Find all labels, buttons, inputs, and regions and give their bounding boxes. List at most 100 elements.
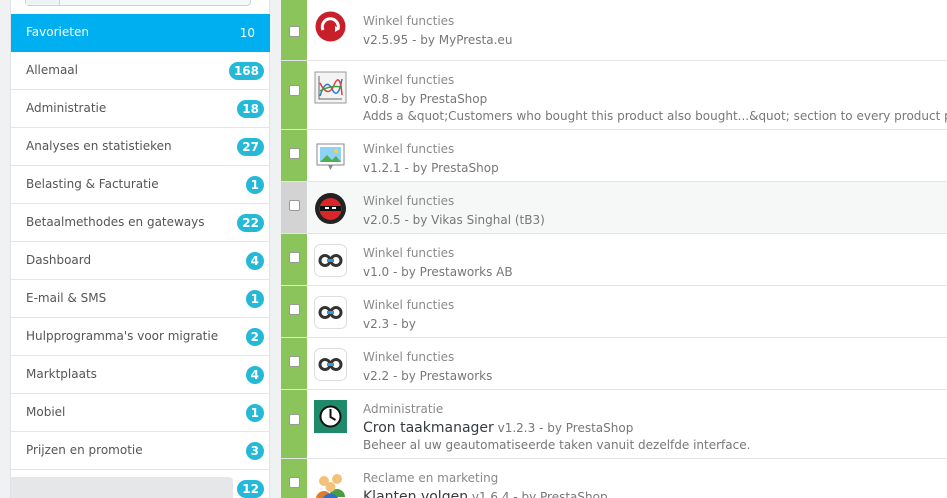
category-item[interactable]: Hulpprogramma's voor migratie 2 [11,318,270,356]
module-status-bar [281,390,307,458]
module-meta: Cron taakmanager v1.2.3 - by PrestaShop [363,419,943,437]
module-row[interactable]: Administratie Cron taakmanager v1.2.3 - b… [281,390,947,459]
category-search-input[interactable] [25,0,251,6]
category-count-badge: 3 [245,442,264,460]
category-item[interactable]: Analyses en statistieken 27 [11,128,270,166]
module-select-checkbox[interactable] [289,85,300,96]
category-item[interactable]: Marktplaats 4 [11,356,270,394]
module-row[interactable]: Winkel functies v2.0.5 - by Vikas Singhal… [281,182,947,234]
module-list: Winkel functies v2.5.95 - by MyPresta.eu W… [281,0,947,498]
module-author: - by Prestaworks AB [389,265,513,279]
horizontal-scrollbar[interactable] [11,477,233,498]
module-info: Winkel functies v0.8 - by PrestaShop Adds … [363,72,947,125]
category-count-badge: 1 [245,176,264,194]
module-row[interactable]: Winkel functies v1.2.1 - by PrestaShop [281,130,947,182]
category-count-badge: 22 [237,214,264,232]
ninja-logo-icon [314,192,347,225]
clock-icon [314,400,347,433]
category-count-badge: 168 [228,62,264,80]
module-meta: v1.2.1 - by PrestaShop [363,159,943,177]
category-label: Prijzen en promotie [26,443,143,457]
module-author: - by PrestaShop [400,161,499,175]
module-row[interactable]: Winkel functies v0.8 - by PrestaShop Adds … [281,61,947,130]
category-count-badge: 1 [245,404,264,422]
category-label: Administratie [26,101,107,115]
module-info: Winkel functies v1.0 - by Prestaworks AB [363,245,943,281]
module-version: v2.3 [363,317,390,331]
category-list: Favorieten 10 Allemaal 168 Administratie 18 An… [11,14,270,498]
module-status-bar [281,459,307,498]
module-description: Beheer al uw geautomatiseerde taken vanu… [363,438,751,452]
module-status-bar [281,338,307,389]
module-category: Winkel functies [363,246,455,260]
module-row[interactable]: Winkel functies v1.0 - by Prestaworks AB [281,234,947,286]
category-label: Analyses en statistieken [26,139,172,153]
module-category: Administratie [363,402,444,416]
category-label: Allemaal [26,63,78,77]
prestaworks-logo-icon [314,296,347,329]
module-category: Winkel functies [363,142,455,156]
category-item[interactable]: Betaalmethodes en gateways 22 [11,204,270,242]
category-item[interactable]: Administratie 18 [11,90,270,128]
category-item[interactable]: Allemaal 168 [11,52,270,90]
people-icon [314,469,347,498]
module-version: v1.2.3 [493,421,536,435]
category-item[interactable]: Belasting & Facturatie 1 [11,166,270,204]
category-label: Marktplaats [26,367,97,381]
category-label: Hulpprogramma's voor migratie [26,329,219,343]
module-version: v2.5.95 [363,33,409,47]
category-item[interactable]: E-mail & SMS 1 [11,280,270,318]
module-name[interactable]: Klanten volgen [363,489,468,498]
module-version: v1.6.4 [468,490,510,498]
category-count-badge: 18 [237,100,264,118]
module-meta: v2.5.95 - by MyPresta.eu [363,31,943,49]
mypresta-logo-icon [314,10,347,43]
category-item[interactable]: Favorieten 10 [11,14,270,52]
category-label: Belasting & Facturatie [26,177,159,191]
category-item[interactable]: Mobiel 1 [11,394,270,432]
module-info: Reclame en marketing Klanten volgen v1.6.… [363,470,943,498]
category-sidebar: Favorieten 10 Allemaal 168 Administratie 18 An… [10,0,270,498]
prestaworks-logo-icon [314,348,347,381]
module-meta: Klanten volgen v1.6.4 - by PrestaShop [363,488,943,498]
module-select-checkbox[interactable] [289,304,300,315]
module-select-checkbox[interactable] [289,26,300,37]
category-item[interactable]: Prijzen en promotie 3 [11,432,270,470]
module-author: - by PrestaShop [535,421,634,435]
module-select-checkbox[interactable] [289,200,300,211]
module-select-checkbox[interactable] [289,356,300,367]
module-status-bar [281,61,307,129]
category-item[interactable]: Dashboard 4 [11,242,270,280]
module-row[interactable]: Winkel functies v2.3 - by [281,286,947,338]
category-count-badge: 4 [245,366,264,384]
module-status-bar [281,286,307,337]
module-status-bar [281,0,307,60]
module-info: Winkel functies v2.5.95 - by MyPresta.eu [363,13,943,49]
module-select-checkbox[interactable] [289,477,300,488]
module-name[interactable]: Cron taakmanager [363,420,494,436]
module-info: Winkel functies v2.0.5 - by Vikas Singhal… [363,193,943,229]
module-row[interactable]: Winkel functies v2.5.95 - by MyPresta.eu [281,0,947,61]
module-row[interactable]: Winkel functies v2.2 - by Prestaworks [281,338,947,390]
prestaworks-logo-icon [314,244,347,277]
category-count-badge: 4 [245,252,264,270]
module-author: - by PrestaShop [509,490,608,498]
module-select-checkbox[interactable] [289,414,300,425]
category-count-badge: 27 [237,138,264,156]
module-version: v2.0.5 [363,213,401,227]
category-count-badge: 12 [237,480,264,498]
module-author: - by PrestaShop [389,92,488,106]
module-meta: v2.3 - by [363,315,943,333]
module-select-checkbox[interactable] [289,252,300,263]
picture-frame-icon [314,140,347,173]
category-count-badge: 10 [239,26,255,40]
module-version: v1.2.1 [363,161,401,175]
modules-page: Favorieten 10 Allemaal 168 Administratie 18 An… [0,0,947,498]
category-label: Betaalmethodes en gateways [26,215,205,229]
category-label: Mobiel [26,405,66,419]
module-row[interactable]: Reclame en marketing Klanten volgen v1.6.… [281,459,947,498]
search-button[interactable] [26,0,60,5]
module-select-checkbox[interactable] [289,148,300,159]
category-count-badge: 2 [245,328,264,346]
module-author: - by Vikas Singhal (tB3) [400,213,545,227]
